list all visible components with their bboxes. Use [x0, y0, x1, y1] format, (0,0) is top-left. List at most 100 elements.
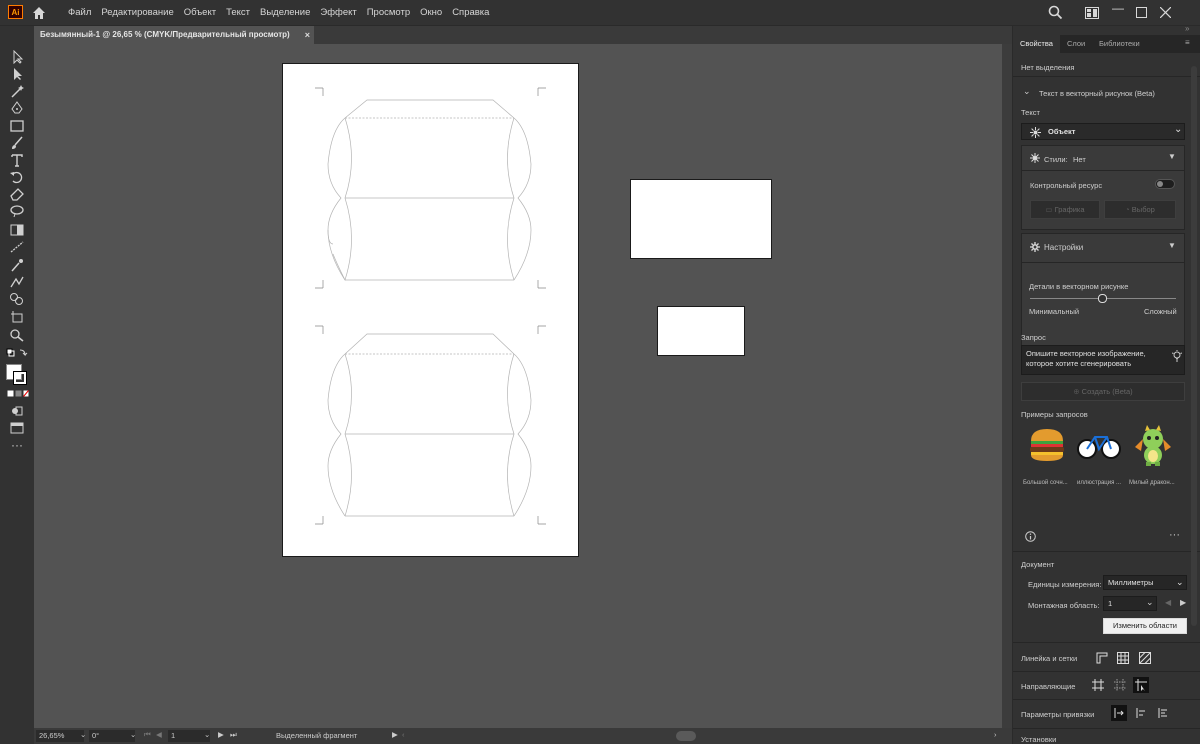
- guides-show-icon[interactable]: [1091, 678, 1105, 692]
- zoom-field[interactable]: 26,65%: [36, 730, 84, 742]
- artboard-prev-icon[interactable]: ◀: [1165, 598, 1171, 607]
- artboard-next-icon[interactable]: ▶: [1180, 598, 1186, 607]
- example-bicycle-image[interactable]: [1075, 421, 1123, 469]
- example-dragon-image[interactable]: [1129, 421, 1177, 469]
- choice-button[interactable]: ◔ Выбор: [1104, 200, 1176, 219]
- close-window-icon[interactable]: [1160, 7, 1171, 18]
- lasso-tool-icon[interactable]: [9, 204, 25, 218]
- tab-libraries[interactable]: Библиотеки: [1092, 35, 1147, 53]
- eyedropper-tool-icon[interactable]: [9, 258, 25, 272]
- settings-label[interactable]: Настройки: [1044, 243, 1083, 252]
- info-icon[interactable]: [1025, 531, 1036, 542]
- menu-window[interactable]: Окно: [415, 0, 447, 25]
- snap-glyph-icon[interactable]: [1156, 706, 1170, 720]
- guides-lock-icon[interactable]: [1113, 678, 1127, 692]
- lightbulb-icon[interactable]: [1172, 350, 1182, 362]
- create-button[interactable]: ⊕ Создать (Beta): [1021, 382, 1185, 401]
- panel-menu-icon[interactable]: ≡: [1185, 38, 1190, 47]
- menu-view[interactable]: Просмотр: [362, 0, 415, 25]
- pen-tool-icon[interactable]: [9, 101, 25, 115]
- puppet-warp-tool-icon[interactable]: [9, 275, 25, 289]
- canvas[interactable]: [34, 44, 1000, 728]
- last-artboard-icon[interactable]: ⏭: [230, 730, 237, 740]
- artboard-tool-icon[interactable]: [9, 310, 25, 324]
- rectangle-tool-icon[interactable]: [9, 119, 25, 133]
- more-tools-icon[interactable]: ···: [11, 439, 23, 451]
- menu-select[interactable]: Выделение: [255, 0, 315, 25]
- menu-object[interactable]: Объект: [179, 0, 221, 25]
- artboard-chevron-icon[interactable]: ⌄: [1146, 597, 1154, 608]
- document-tab[interactable]: Безымянный-1 @ 26,65 % (CMYK/Предварител…: [34, 26, 314, 44]
- status-mode[interactable]: Выделенный фрагмент: [276, 731, 357, 740]
- home-icon[interactable]: [31, 5, 47, 20]
- close-tab-icon[interactable]: ×: [305, 26, 310, 44]
- menu-type[interactable]: Текст: [221, 0, 255, 25]
- transparency-grid-icon[interactable]: [1138, 651, 1152, 665]
- edit-artboards-button[interactable]: Изменить области: [1103, 618, 1187, 634]
- selection-tool-icon[interactable]: [9, 50, 25, 64]
- scroll-right-icon[interactable]: ›: [994, 730, 997, 739]
- search-icon[interactable]: [1048, 5, 1063, 20]
- zoom-tool-icon[interactable]: [9, 328, 25, 342]
- scroll-left-icon[interactable]: ‹: [402, 730, 405, 739]
- rotation-dropdown-icon[interactable]: ⌄: [130, 730, 136, 739]
- prompt-input[interactable]: Опишите векторное изображение, которое х…: [1021, 345, 1185, 375]
- panel-scrollbar[interactable]: [1191, 66, 1197, 626]
- color-mode-icon[interactable]: [7, 390, 29, 398]
- tab-properties[interactable]: Свойства: [1013, 35, 1060, 53]
- horizontal-scroll-thumb[interactable]: [676, 731, 696, 741]
- menu-edit[interactable]: Редактирование: [96, 0, 178, 25]
- first-artboard-icon[interactable]: ⏮: [144, 730, 151, 740]
- smart-guides-button[interactable]: [1133, 677, 1149, 693]
- tab-layers[interactable]: Слои: [1060, 35, 1092, 53]
- next-artboard-icon[interactable]: ▶: [218, 730, 224, 739]
- type-dropdown[interactable]: Объект ⌄: [1021, 123, 1185, 140]
- menu-effect[interactable]: Эффект: [315, 0, 361, 25]
- artboard-3[interactable]: [657, 306, 745, 356]
- section-chevron-icon[interactable]: ⌄: [1023, 86, 1031, 97]
- menu-help[interactable]: Справка: [447, 0, 494, 25]
- detail-slider-knob[interactable]: [1098, 294, 1107, 303]
- more-options-icon[interactable]: ···: [1169, 529, 1180, 541]
- status-arrow-icon[interactable]: ▶: [392, 730, 398, 739]
- rotation-field[interactable]: 0°: [89, 730, 135, 742]
- rotate-tool-icon[interactable]: [9, 170, 25, 184]
- grid-icon[interactable]: [1116, 651, 1130, 665]
- section-title[interactable]: Текст в векторный рисунок (Beta): [1039, 89, 1155, 98]
- workspace-icon[interactable]: [1085, 7, 1099, 19]
- shape-builder-tool-icon[interactable]: [9, 292, 25, 306]
- direct-selection-tool-icon[interactable]: [9, 67, 25, 81]
- menu-file[interactable]: Файл: [63, 0, 96, 25]
- artboard-2[interactable]: [630, 179, 772, 259]
- panel-collapse-icon[interactable]: »: [1185, 24, 1189, 33]
- styles-value[interactable]: Нет: [1073, 155, 1086, 164]
- prev-artboard-icon[interactable]: ◀: [156, 730, 162, 739]
- settings-dropdown-icon[interactable]: ▼: [1168, 241, 1176, 250]
- guides-label: Направляющие: [1021, 682, 1076, 691]
- maximize-icon[interactable]: [1136, 7, 1147, 18]
- zoom-dropdown-icon[interactable]: ⌄: [80, 730, 86, 739]
- screen-mode-icon[interactable]: [9, 421, 25, 435]
- graphics-button[interactable]: ▭ Графика: [1030, 200, 1100, 219]
- styles-dropdown-icon[interactable]: ▼: [1168, 152, 1176, 161]
- vertical-scrollbar[interactable]: [1002, 44, 1012, 728]
- artboard-main[interactable]: [282, 63, 579, 557]
- draw-mode-icon[interactable]: [9, 404, 25, 418]
- rulers-icon[interactable]: [1095, 651, 1109, 665]
- magic-wand-tool-icon[interactable]: [9, 84, 25, 98]
- snap-to-point-button[interactable]: [1111, 705, 1127, 721]
- units-chevron-icon: ⌄: [1176, 577, 1184, 587]
- default-colors-icon[interactable]: [6, 348, 28, 358]
- stroke-swatch[interactable]: [13, 371, 27, 385]
- artboard-dropdown-icon[interactable]: ⌄: [204, 730, 210, 739]
- example-burger-image[interactable]: [1023, 421, 1071, 469]
- blend-tool-icon[interactable]: [9, 240, 25, 254]
- control-resource-toggle[interactable]: [1155, 179, 1175, 189]
- minimize-icon[interactable]: —: [1112, 1, 1124, 15]
- gradient-tool-icon[interactable]: [9, 223, 25, 237]
- type-tool-icon[interactable]: [9, 153, 25, 167]
- eraser-tool-icon[interactable]: [9, 187, 25, 201]
- snap-pixel-icon[interactable]: [1134, 706, 1148, 720]
- units-dropdown[interactable]: Миллиметры ⌄: [1103, 575, 1187, 590]
- paintbrush-tool-icon[interactable]: [9, 136, 25, 150]
